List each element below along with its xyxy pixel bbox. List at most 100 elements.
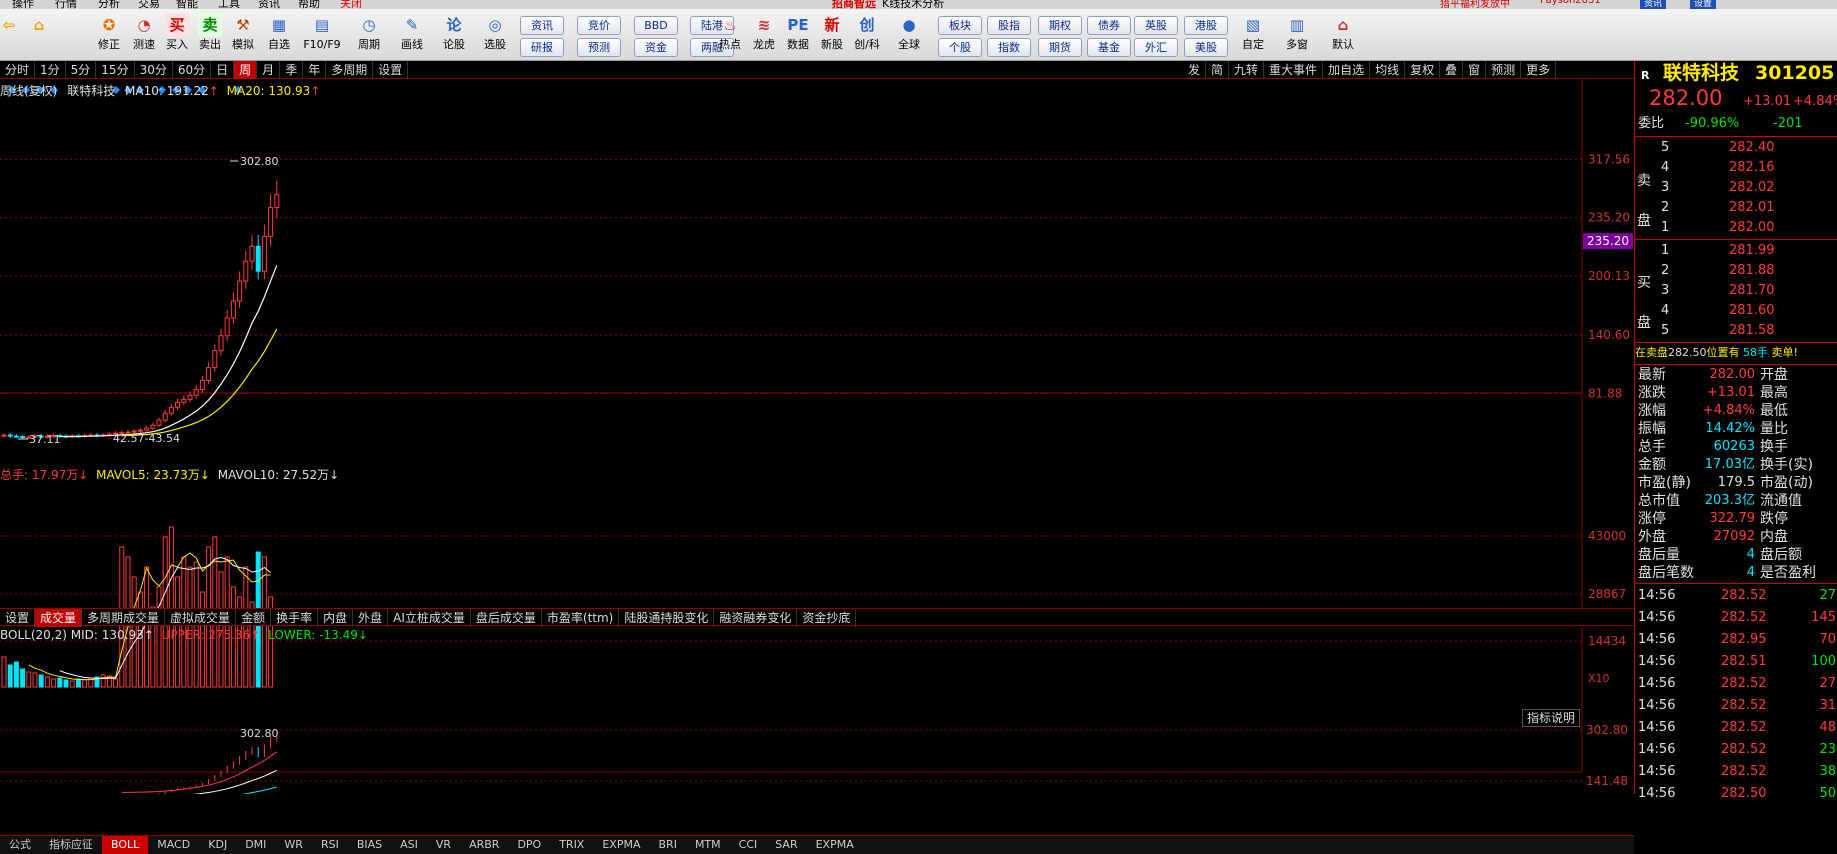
ask-row[interactable]: 5 282.40: [1635, 138, 1837, 158]
indicator-tab-1[interactable]: 成交量: [35, 609, 83, 627]
menu-news-button[interactable]: 资讯: [1640, 0, 1667, 9]
bottom-tab-18[interactable]: SAR: [766, 836, 806, 854]
kline-chart-area[interactable]: 分时 1分 5分 15分 30分 60分日周月季年多周期 设置 发简九转 重大事件 加自选 均线复…: [0, 61, 1634, 854]
volume-axis-label: 28867: [1588, 587, 1626, 601]
indicator-tab-11[interactable]: 陆股通持股变化: [619, 609, 715, 627]
pill2-top-3[interactable]: 债券: [1087, 16, 1131, 35]
toolbar-a11-button[interactable]: 论论股: [437, 13, 471, 57]
pill-bottom-2[interactable]: 资金: [634, 38, 678, 57]
bottom-tab-15[interactable]: BRI: [650, 836, 686, 854]
bottom-tab-8[interactable]: BIAS: [348, 836, 391, 854]
pill2-bottom-2[interactable]: 期货: [1038, 38, 1082, 57]
indicator-tab-9[interactable]: 盘后成交量: [471, 609, 542, 627]
toolbar-c1-button[interactable]: ▥ 多窗: [1280, 13, 1314, 57]
indicator-tab-4[interactable]: 金额: [236, 609, 272, 627]
pill-bottom-1[interactable]: 预测: [577, 38, 621, 57]
ask-row[interactable]: 3 282.02: [1635, 178, 1837, 198]
bid-row[interactable]: 4 281.60: [1635, 301, 1837, 321]
bid-row[interactable]: 3 281.70: [1635, 281, 1837, 301]
ask-price: 282.00: [1729, 220, 1775, 235]
indicator-tab-12[interactable]: 融资融券变化: [714, 609, 798, 627]
bottom-tab-3[interactable]: MACD: [148, 836, 199, 854]
menu-username[interactable]: Payson2031: [1540, 0, 1601, 6]
menu-item-2[interactable]: 分析: [98, 0, 120, 9]
menu-promo[interactable]: 猎平福利发放中: [1440, 0, 1510, 9]
bid-row[interactable]: 5 281.58: [1635, 321, 1837, 341]
volume-bar: [144, 566, 150, 688]
quote-value: 14.42%: [1705, 421, 1755, 436]
indicator-tab-5[interactable]: 换手率: [271, 609, 319, 627]
bottom-tab-7[interactable]: RSI: [312, 836, 348, 854]
pill2-top-5[interactable]: 港股: [1184, 16, 1228, 35]
toolbar-b4-button[interactable]: 创创/科: [850, 13, 884, 57]
menu-item-5[interactable]: 工具: [218, 0, 240, 9]
menu-item-0[interactable]: 操作: [12, 0, 34, 9]
pill2-bottom-0[interactable]: 个股: [938, 38, 982, 57]
bottom-tab-14[interactable]: EXPMA: [593, 836, 649, 854]
toolbar-c0-button[interactable]: ▧ 自定: [1236, 13, 1270, 57]
pill-top-1[interactable]: 竞价: [577, 16, 621, 35]
indicator-tab-3[interactable]: 虚拟成交量: [165, 609, 237, 627]
pill-bottom-0[interactable]: 研报: [520, 38, 564, 57]
indicator-tab-0[interactable]: 设置: [0, 609, 36, 627]
bottom-tab-9[interactable]: ASI: [391, 836, 427, 854]
toolbar-a12-button[interactable]: ◎ 选股: [478, 13, 512, 57]
bottom-tab-0[interactable]: 公式: [0, 836, 40, 854]
bottom-tab-13[interactable]: TRIX: [550, 836, 593, 854]
bottom-tab-2[interactable]: BOLL: [102, 836, 149, 854]
menu-item-4[interactable]: 智能: [176, 0, 198, 9]
menu-item-3[interactable]: 交易: [138, 0, 160, 9]
pill2-top-2[interactable]: 期权: [1038, 16, 1082, 35]
bottom-tab-5[interactable]: DMI: [236, 836, 275, 854]
bottom-tab-10[interactable]: VR: [427, 836, 460, 854]
pill-top-0[interactable]: 资讯: [520, 16, 564, 35]
pill2-bottom-1[interactable]: 指数: [987, 38, 1031, 57]
menu-item-1[interactable]: 行情: [55, 0, 77, 9]
indicator-tab-13[interactable]: 资金抄底: [797, 609, 857, 627]
indicator-tab-8[interactable]: AI立桩成交量: [388, 609, 471, 627]
indicator-tab-10[interactable]: 市盈率(ttm): [542, 609, 620, 627]
quote-row: 涨跌 +13.01 最高: [1635, 384, 1837, 402]
pill-top-2[interactable]: BBD: [634, 16, 678, 35]
tick-volume: 27: [1819, 676, 1836, 691]
indicator-tab-6[interactable]: 内盘: [318, 609, 354, 627]
toolbar-a9-button[interactable]: ◷ 周期: [352, 13, 386, 57]
indicator-tab-7[interactable]: 外盘: [353, 609, 389, 627]
menu-item-7[interactable]: 帮助: [298, 0, 320, 9]
bottom-tab-16[interactable]: MTM: [686, 836, 730, 854]
chart-canvas[interactable]: 317.56 235.20 200.13 140.60 81.88 235.20 43000…: [0, 61, 1634, 794]
indicator-help-button[interactable]: 指标说明: [1522, 709, 1580, 727]
bottom-tab-17[interactable]: CCI: [730, 836, 767, 854]
bid-row[interactable]: 2 281.88: [1635, 261, 1837, 281]
pill2-bottom-3[interactable]: 基金: [1087, 38, 1131, 57]
pill2-top-4[interactable]: 英股: [1134, 16, 1178, 35]
pill2-bottom-5[interactable]: 美股: [1184, 38, 1228, 57]
pill2-top-1[interactable]: 股指: [987, 16, 1031, 35]
ask-row[interactable]: 2 282.01: [1635, 198, 1837, 218]
pill2-bottom-4[interactable]: 外汇: [1134, 38, 1178, 57]
bottom-tab-11[interactable]: ARBR: [460, 836, 508, 854]
toolbar-nav-1-button[interactable]: ⌂: [22, 13, 56, 57]
menu-item-8[interactable]: 关闭: [340, 0, 362, 9]
menu-settings-button[interactable]: 设置: [1690, 0, 1717, 9]
toolbar-a7-button[interactable]: ▦ 自选: [262, 13, 296, 57]
bid-row[interactable]: 1 281.99: [1635, 241, 1837, 261]
pill2-top-0[interactable]: 板块: [938, 16, 982, 35]
bottom-tab-1[interactable]: 指标应征: [40, 836, 102, 854]
toolbar-b5-button[interactable]: ● 全球: [892, 13, 926, 57]
bottom-tab-12[interactable]: DPO: [508, 836, 550, 854]
order-notice[interactable]: 在卖盘282.50位置有 58手 卖单!: [1635, 343, 1837, 363]
ask-row[interactable]: 1 282.00: [1635, 218, 1837, 238]
toolbar-c2-button[interactable]: ⌂ 默认: [1326, 13, 1360, 57]
ask-level: 5: [1661, 140, 1670, 155]
bottom-tab-6[interactable]: WR: [275, 836, 312, 854]
ask-row[interactable]: 4 282.16: [1635, 158, 1837, 178]
toolbar-a6-button[interactable]: ⚒ 模拟: [226, 13, 260, 57]
toolbar-a8-button[interactable]: ▤ F10/F9: [303, 13, 340, 57]
tick-time: 14:56: [1638, 654, 1676, 669]
toolbar-a10-button[interactable]: ✎ 画线: [395, 13, 429, 57]
menu-item-6[interactable]: 资讯: [258, 0, 280, 9]
indicator-tab-2[interactable]: 多周期成交量: [82, 609, 166, 627]
bottom-tab-19[interactable]: EXPMA: [807, 836, 863, 854]
bottom-tab-4[interactable]: KDJ: [199, 836, 236, 854]
